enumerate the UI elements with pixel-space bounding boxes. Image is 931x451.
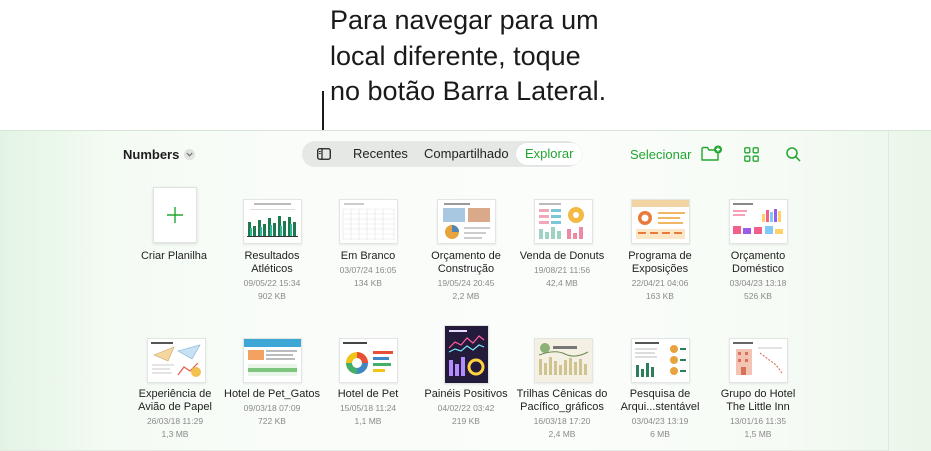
app-name: Numbers — [123, 147, 180, 162]
file-size: 6 MB — [650, 429, 670, 439]
file-thumbnail[interactable] — [631, 338, 690, 383]
select-button[interactable]: Selecionar — [630, 147, 691, 162]
file-thumbnail[interactable] — [339, 338, 398, 383]
callout-line-2: local diferente, toque — [330, 40, 581, 71]
file-date: 19/08/21 11:56 — [533, 265, 591, 275]
file-name: Venda de Donuts — [519, 250, 605, 262]
file-thumbnail[interactable] — [243, 199, 302, 244]
file-name: Programa de Exposições — [628, 250, 692, 275]
tab-compartilhado[interactable]: Compartilhado — [424, 141, 509, 167]
file-date: 15/05/18 11:24 — [339, 403, 397, 413]
file-thumbnail[interactable] — [339, 199, 398, 244]
tab-recentes[interactable]: Recentes — [353, 141, 408, 167]
file-thumbnail[interactable] — [631, 199, 690, 244]
file-thumbnail[interactable] — [437, 199, 496, 244]
file-name: Resultados Atléticos — [244, 250, 300, 275]
folder-plus-icon[interactable] — [701, 145, 723, 167]
file-date: 13/01/16 11:35 — [729, 416, 787, 426]
location-tabs: Recentes Compartilhado Explorar — [302, 141, 583, 167]
file-name: Orçamento de Construção — [431, 250, 501, 275]
file-size: 902 KB — [258, 291, 286, 301]
file-size: 42,4 MB — [546, 278, 578, 288]
file-date: 03/07/24 16:05 — [339, 265, 397, 275]
file-name: Experiência de Avião de Papel — [138, 388, 212, 413]
file-name: Painéis Positivos — [424, 388, 508, 400]
file-date: 16/03/18 17:20 — [533, 416, 591, 426]
file-name: Orçamento Doméstico — [730, 250, 786, 275]
file-name: Pesquisa de Arqui...stentável — [620, 388, 700, 413]
chevron-down-icon — [184, 149, 196, 160]
file-date: 09/05/22 15:34 — [243, 278, 301, 288]
file-date: 03/04/23 13:18 — [729, 278, 787, 288]
file-date: 22/04/21 04:06 — [631, 278, 689, 288]
file-size: 134 KB — [354, 278, 382, 288]
file-name: Trilhas Cênicas do Pacífico_gráficos — [516, 388, 608, 413]
file-size: 219 KB — [452, 416, 480, 426]
file-thumbnail[interactable] — [534, 199, 593, 244]
callout-line-1: Para navegar para um — [330, 5, 599, 35]
file-date: 09/03/18 07:09 — [243, 403, 301, 413]
file-date: 04/02/22 03:42 — [437, 403, 495, 413]
tab-explorar[interactable]: Explorar — [516, 143, 583, 165]
file-thumbnail[interactable] — [147, 338, 206, 383]
file-thumbnail[interactable] — [729, 199, 788, 244]
file-size: 722 KB — [258, 416, 286, 426]
search-icon[interactable] — [786, 147, 801, 167]
file-thumbnail[interactable] — [534, 338, 593, 383]
file-name: Hotel de Pet — [337, 388, 399, 400]
file-date: 19/05/24 20:45 — [437, 278, 495, 288]
file-size: 2,4 MB — [548, 429, 576, 439]
file-name: Em Branco — [340, 250, 396, 262]
sidebar-icon[interactable] — [317, 147, 331, 165]
file-size: 1,1 MB — [354, 416, 382, 426]
file-thumbnail[interactable] — [444, 325, 489, 384]
plus-icon — [167, 207, 183, 223]
app-switcher[interactable]: Numbers — [123, 147, 196, 162]
file-size: 526 KB — [744, 291, 772, 301]
create-spreadsheet-label: Criar Planilha — [140, 250, 208, 262]
grid-view-icon[interactable] — [744, 147, 759, 167]
file-thumbnail[interactable] — [243, 338, 302, 383]
file-name: Grupo do Hotel The Little Inn — [720, 388, 796, 413]
create-spreadsheet-button[interactable] — [153, 187, 197, 243]
file-thumbnail[interactable] — [729, 338, 788, 383]
callout-line-3: no botão Barra Lateral. — [330, 76, 607, 106]
file-size: 163 KB — [646, 291, 674, 301]
file-date: 03/04/23 13:19 — [631, 416, 689, 426]
callout-text: Para navegar para um local diferente, to… — [330, 3, 606, 110]
file-size: 1,5 MB — [744, 429, 772, 439]
file-name: Hotel de Pet_Gatos — [224, 388, 321, 400]
file-size: 2,2 MB — [452, 291, 480, 301]
divider — [888, 131, 889, 451]
file-date: 26/03/18 11:29 — [146, 416, 204, 426]
document-browser: Numbers Recentes Compartilhado Explorar … — [0, 130, 931, 451]
file-size: 1,3 MB — [161, 429, 189, 439]
